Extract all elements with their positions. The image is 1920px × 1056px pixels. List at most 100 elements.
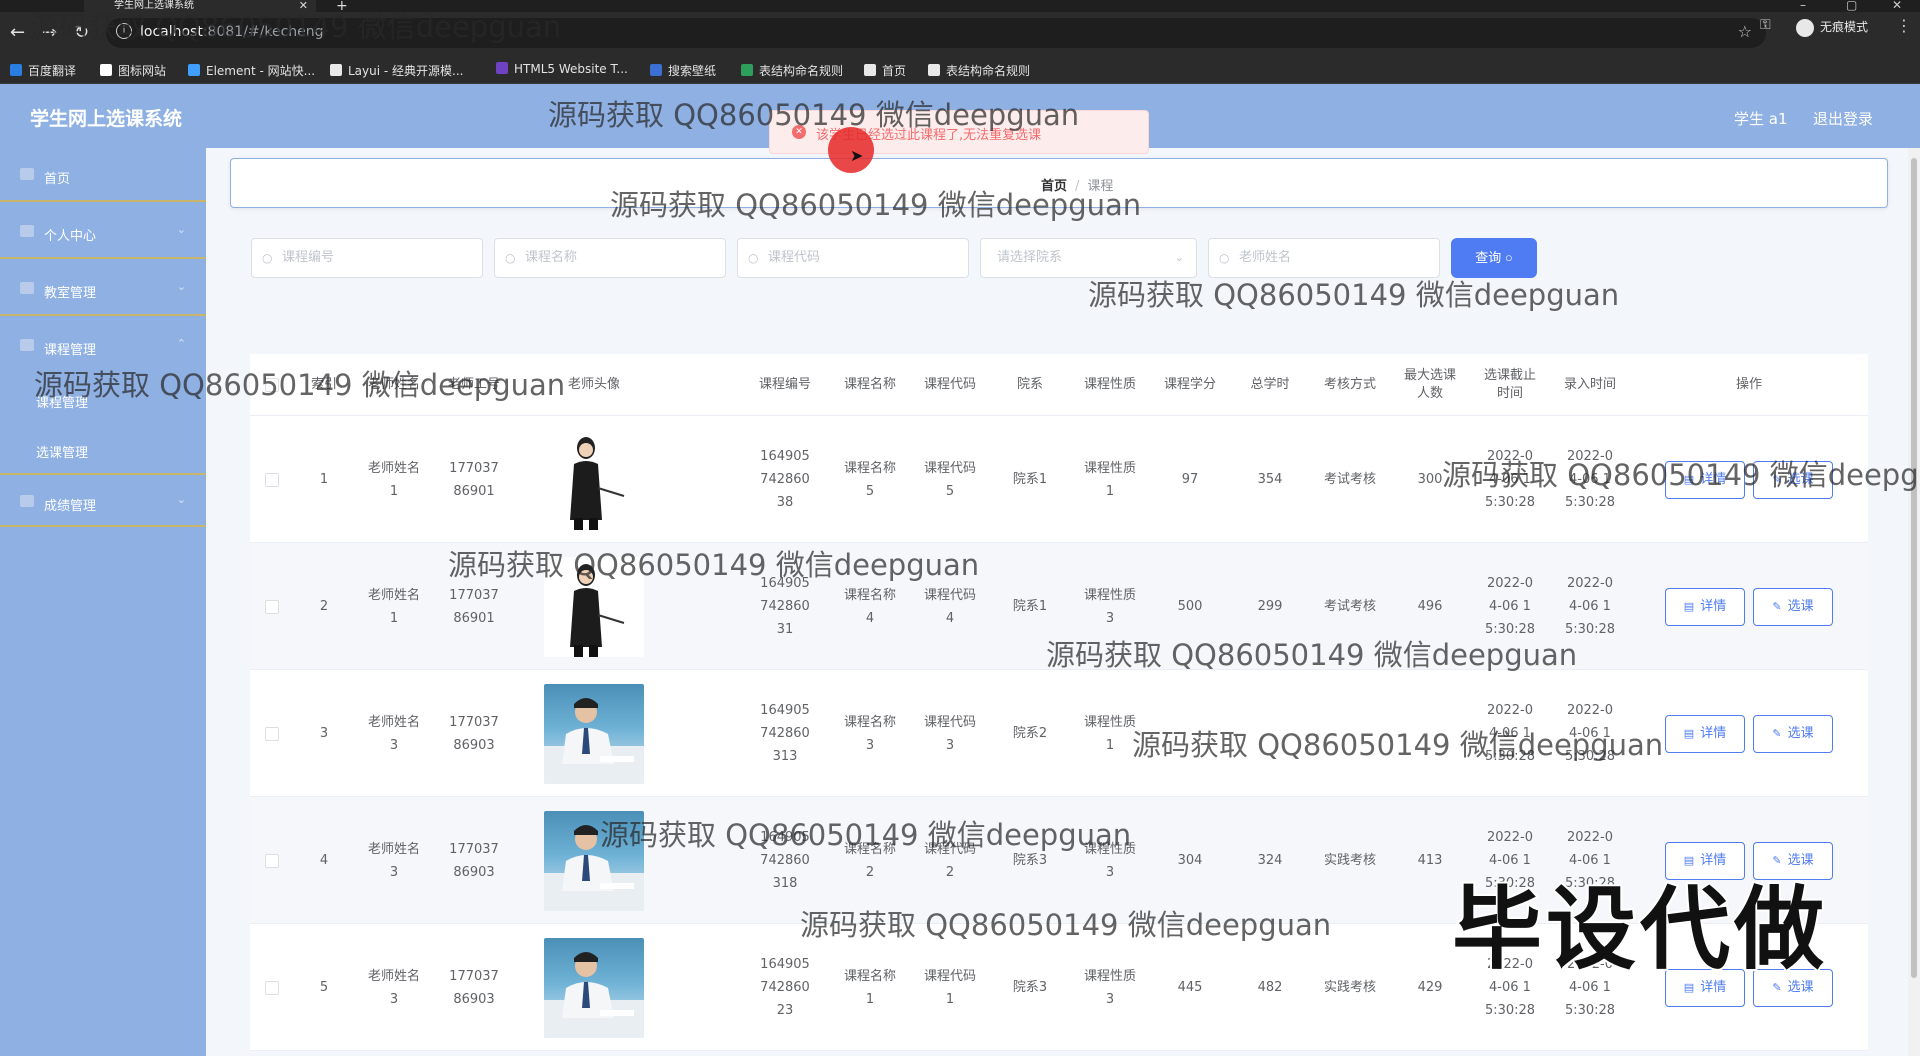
detail-icon: ▤ — [1683, 727, 1695, 740]
bookmark-item[interactable]: HTML5 Website T... — [496, 62, 628, 76]
row-checkbox[interactable] — [265, 472, 279, 487]
row-checkbox[interactable] — [265, 853, 279, 868]
chevron-down-icon: ⌄ — [176, 493, 186, 506]
reload-icon[interactable]: ↻ — [74, 22, 89, 43]
avatar-cell — [514, 924, 674, 1051]
browser-menu-icon[interactable]: ⋮ — [1896, 16, 1912, 35]
breadcrumb: 首页 / 课程 — [1041, 175, 1113, 194]
bookmark-favicon-icon — [100, 64, 112, 76]
window-close-icon[interactable]: ✕ — [1892, 0, 1902, 12]
avatar-cell — [514, 543, 674, 670]
tab-title: 学生网上选课系统 — [114, 0, 194, 11]
row-select-cell — [250, 924, 294, 1051]
select-all-checkbox[interactable] — [250, 354, 294, 416]
breadcrumb-card: 首页 / 课程 — [230, 158, 1888, 208]
maximize-icon[interactable]: ▢ — [1846, 0, 1857, 12]
forward-icon[interactable]: → — [42, 22, 57, 43]
address-bar[interactable]: i localhost:8081/#/kecheng ☆ — [106, 18, 1766, 48]
column-header: 课程编号 — [758, 377, 811, 392]
bookmark-item[interactable]: 搜索壁纸 — [650, 62, 716, 79]
teacher-avatar — [544, 429, 644, 530]
key-icon[interactable]: ⚿ — [1760, 17, 1771, 33]
cell-credit — [1150, 670, 1230, 797]
bookmark-item[interactable]: 百度翻译 — [10, 62, 76, 79]
cell-teacher-no: 17703786901 — [449, 460, 499, 499]
submenu-selection-manage[interactable]: 选课管理 — [36, 442, 88, 461]
watermark-big: 毕设代做 — [1450, 875, 1828, 984]
site-info-icon[interactable]: i — [116, 23, 132, 39]
cell-teacher-no: 17703786903 — [449, 841, 499, 880]
user-icon — [20, 225, 34, 237]
column-header: 选课截止时间 — [1483, 368, 1536, 401]
back-icon[interactable]: ← — [10, 22, 25, 43]
search-icon: ○ — [505, 251, 516, 265]
select-course-button[interactable]: ✎ 选课 — [1753, 714, 1833, 753]
detail-button[interactable]: ▤ 详情 — [1665, 460, 1745, 499]
submenu-course-manage[interactable]: 课程管理 — [36, 392, 88, 411]
bookmark-item[interactable]: Layui - 经典开源模... — [330, 62, 463, 79]
bookmark-favicon-icon — [928, 64, 940, 76]
course-code-input[interactable]: ○ 课程代码 — [737, 238, 969, 278]
sidebar-item-home[interactable]: 首页 — [0, 148, 206, 202]
incognito-indicator[interactable]: 无痕模式 — [1796, 18, 1868, 37]
avatar-cell — [514, 797, 674, 924]
browser-tab[interactable]: 学生网上选课系统 ✕ — [84, 0, 316, 12]
course-name-input[interactable]: ○ 课程名称 — [494, 238, 726, 278]
bookmark-item[interactable]: 首页 — [864, 62, 906, 79]
sidebar-item-profile[interactable]: 个人中心 ⌄ — [0, 205, 206, 259]
bookmark-item[interactable]: 表结构命名规则 — [928, 62, 1030, 79]
sidebar-item-course[interactable]: 课程管理 ⌃ — [0, 319, 206, 373]
scroll-thumb[interactable] — [1911, 158, 1917, 978]
error-icon: ✕ — [792, 125, 806, 139]
sidebar-item-label: 课程管理 — [44, 343, 97, 358]
minimize-icon[interactable]: – — [1800, 0, 1806, 12]
cell-index: 1 — [319, 472, 329, 487]
sidebar: 首页 个人中心 ⌄ 教室管理 ⌄ 课程管理 ⌃ 课程管理 选课管理 成绩管理 ⌄ — [0, 148, 206, 1056]
sidebar-item-grades[interactable]: 成绩管理 ⌄ — [0, 473, 206, 527]
breadcrumb-home[interactable]: 首页 — [1041, 179, 1067, 194]
tab-close-icon[interactable]: ✕ — [299, 0, 308, 11]
detail-button[interactable]: ▤ 详情 — [1665, 714, 1745, 753]
sidebar-item-classroom[interactable]: 教室管理 ⌄ — [0, 262, 206, 316]
select-course-button[interactable]: ✎ 选课 — [1753, 460, 1833, 499]
row-checkbox[interactable] — [265, 980, 279, 995]
row-checkbox[interactable] — [265, 599, 279, 614]
bookmark-item[interactable]: Element - 网站快... — [188, 62, 315, 79]
bookmark-star-icon[interactable]: ☆ — [1738, 22, 1752, 41]
detail-icon: ▤ — [1683, 473, 1695, 486]
checkbox[interactable] — [265, 378, 279, 392]
chevron-down-icon: ⌄ — [176, 280, 186, 293]
incognito-icon — [1796, 18, 1814, 37]
woman-portrait-icon — [570, 563, 625, 657]
dept-select[interactable]: 请选择院系 ⌄ — [980, 238, 1197, 278]
bookmark-item[interactable]: 表结构命名规则 — [741, 62, 843, 79]
bookmark-favicon-icon — [496, 62, 508, 74]
bookmark-favicon-icon — [330, 64, 342, 76]
cell-course-no: 16490574286038 — [760, 449, 810, 510]
query-button[interactable]: 查询 ○ — [1451, 238, 1537, 278]
column-header: 课程代码 — [923, 377, 976, 392]
cell-course-no: 164905742860318 — [760, 830, 810, 891]
man-portrait-icon — [544, 951, 644, 1038]
cell-deadline: 2022-04-06 15:30:28 — [1484, 703, 1536, 764]
cell-exam: 考试考核 — [1323, 599, 1376, 614]
grade-icon — [20, 495, 34, 507]
teacher-avatar — [544, 937, 644, 1038]
cell-nature: 课程性质1 — [1083, 460, 1136, 499]
mouse-cursor-icon: ➤ — [850, 146, 864, 165]
man-portrait-icon — [544, 824, 644, 911]
column-header: 老师姓名 — [367, 377, 420, 392]
avatar-cell — [514, 416, 674, 543]
page-scrollbar[interactable] — [1908, 148, 1920, 1056]
select-course-button[interactable]: ✎ 选课 — [1753, 587, 1833, 626]
row-checkbox[interactable] — [265, 726, 279, 741]
cell-max: 496 — [1417, 599, 1443, 614]
detail-button[interactable]: ▤ 详情 — [1665, 587, 1745, 626]
bookmark-favicon-icon — [10, 64, 22, 76]
bookmark-item[interactable]: 图标网站 — [100, 62, 166, 79]
course-no-input[interactable]: ○ 课程编号 — [251, 238, 483, 278]
app-title: 学生网上选课系统 — [30, 108, 183, 130]
teacher-name-input[interactable]: ○ 老师姓名 — [1208, 238, 1440, 278]
table-row: 3 老师姓名3 17703786903 164905742860313 课程名称3 课程代… — [250, 670, 1868, 797]
logout-link[interactable]: 退出登录 — [1813, 108, 1873, 129]
